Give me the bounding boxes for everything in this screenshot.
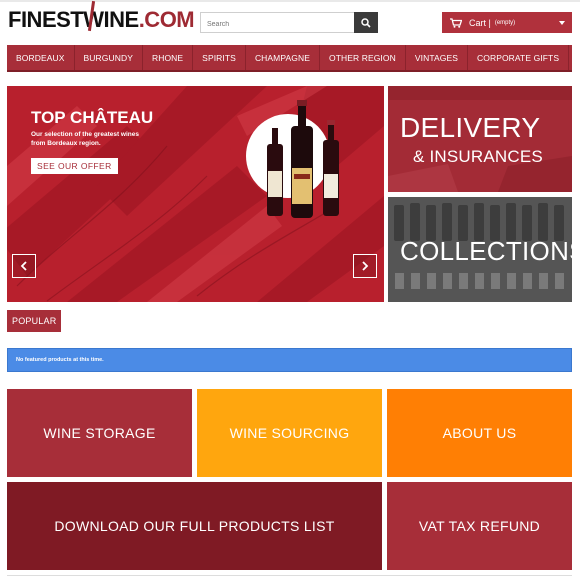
collections-title: COLLECTIONS xyxy=(400,236,572,266)
wine-storage-tile[interactable]: WINE STORAGE xyxy=(7,389,192,477)
slide-subtitle: Our selection of the greatest wines from… xyxy=(31,131,139,147)
logo-text-ine: INE xyxy=(103,7,140,32)
search-button[interactable] xyxy=(354,12,378,33)
hero-slider[interactable]: TOP CHÂTEAU Our selection of the greates… xyxy=(7,86,384,302)
nav-item-other-region[interactable]: OTHER REGION xyxy=(320,45,406,70)
wine-bottles-image xyxy=(267,100,339,218)
slider-prev-button[interactable] xyxy=(12,254,36,278)
delivery-insurances-banner[interactable]: DELIVERY & INSURANCES xyxy=(388,86,572,192)
main-nav: BORDEAUX BURGUNDY RHONE SPIRITS CHAMPAGN… xyxy=(7,45,572,72)
see-offer-button[interactable]: SEE OUR OFFER xyxy=(31,158,118,174)
site-logo[interactable]: FINESTWINE.COM xyxy=(8,7,195,33)
cart-status: (empty) xyxy=(494,19,516,26)
nav-item-champagne[interactable]: CHAMPAGNE xyxy=(246,45,320,70)
nav-item-rhone[interactable]: RHONE xyxy=(143,45,194,70)
nav-item-burgundy[interactable]: BURGUNDY xyxy=(75,45,143,70)
wine-sourcing-tile[interactable]: WINE SOURCING xyxy=(197,389,382,477)
search-icon xyxy=(361,17,371,28)
chevron-left-icon xyxy=(20,261,27,271)
logo-text-finest: FINEST xyxy=(8,7,84,32)
nav-item-vintages[interactable]: VINTAGES xyxy=(406,45,468,70)
chevron-right-icon xyxy=(362,261,369,271)
nav-item-corporate-gifts[interactable]: CORPORATE GIFTS xyxy=(468,45,570,70)
delivery-subtitle: & INSURANCES xyxy=(413,147,543,166)
slider-next-button[interactable] xyxy=(353,254,377,278)
search-input[interactable] xyxy=(201,15,351,34)
about-us-tile[interactable]: ABOUT US xyxy=(387,389,572,477)
chevron-down-icon xyxy=(559,21,565,25)
logo-text-tld: .COM xyxy=(138,7,195,32)
slide-title: TOP CHÂTEAU xyxy=(31,108,154,127)
cart-label: Cart | xyxy=(469,17,491,28)
cart-button[interactable]: Cart | (empty) xyxy=(442,12,572,33)
vat-tax-refund-tile[interactable]: VAT TAX REFUND xyxy=(387,482,572,570)
delivery-title: DELIVERY xyxy=(400,112,541,143)
footer-divider xyxy=(7,575,572,576)
nav-item-bordeaux[interactable]: BORDEAUX xyxy=(7,45,75,70)
featured-products-notice: No featured products at this time. xyxy=(7,348,572,372)
top-divider xyxy=(0,0,580,2)
search-box xyxy=(200,12,378,34)
download-products-list-tile[interactable]: DOWNLOAD OUR FULL PRODUCTS LIST xyxy=(7,482,382,570)
cart-icon xyxy=(450,17,462,28)
collections-banner[interactable]: COLLECTIONS xyxy=(388,197,572,302)
tab-popular[interactable]: POPULAR xyxy=(7,310,62,332)
logo-text-w: W xyxy=(83,7,104,32)
nav-item-spirits[interactable]: SPIRITS xyxy=(193,45,246,70)
